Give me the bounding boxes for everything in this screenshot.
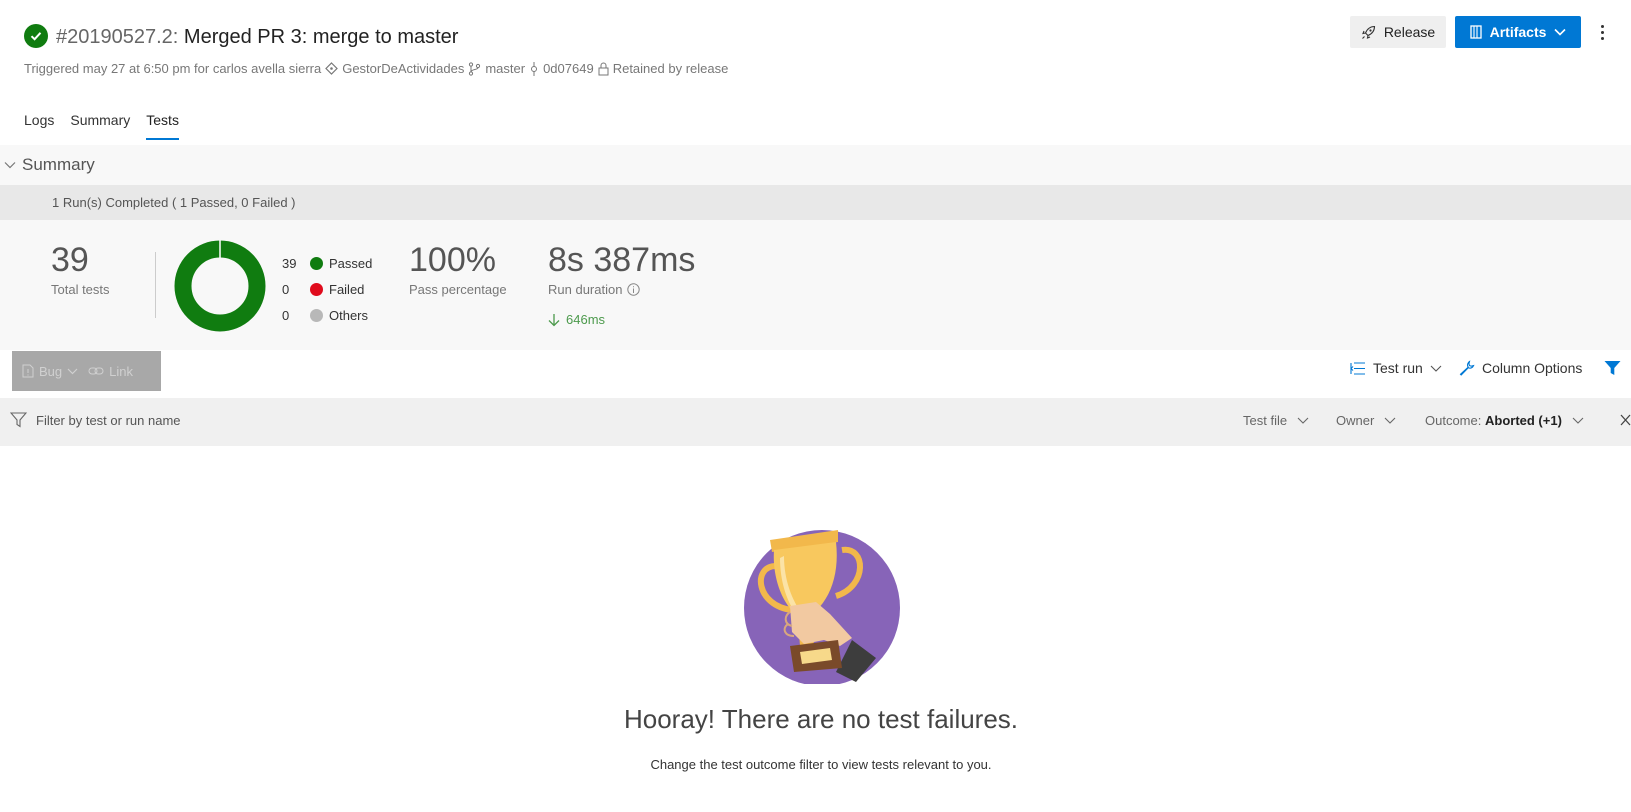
outcome-donut-chart [174,240,266,332]
lock-icon [598,62,609,75]
bug-button[interactable]: Bug [22,364,78,379]
list-group-icon [1350,361,1365,375]
legend-failed: 0 Failed [282,276,372,302]
failed-count: 0 [282,281,290,297]
duration-delta: 646ms [548,312,605,327]
total-tests-value: 39 [51,241,89,279]
filter-search[interactable]: Filter by test or run name [10,412,181,428]
tests-toolbar: Bug Link Test run Column Options [0,350,1631,398]
chevron-down-icon [1430,365,1442,372]
run-duration-stat: 8s 387ms Run duration [548,240,695,297]
tab-tests[interactable]: Tests [146,112,179,140]
chevron-down-icon [4,162,16,169]
rocket-icon [1361,25,1375,39]
pass-percentage-stat: 100% Pass percentage [409,240,507,297]
chevron-down-icon [1384,417,1396,424]
artifacts-label: Artifacts [1489,24,1547,40]
others-count: 0 [282,307,290,323]
pass-percentage-label: Pass percentage [409,282,507,297]
bug-link-group: Bug Link [12,351,161,391]
branch-icon [469,61,481,76]
repo-icon [325,62,339,75]
run-duration-value: 8s 387ms [548,241,696,279]
retention-status: Retained by release [612,61,729,76]
failed-label: Failed [329,281,365,297]
more-actions-icon[interactable] [1594,20,1610,44]
success-check-icon [24,24,48,48]
trophy-illustration [744,530,900,684]
tab-summary[interactable]: Summary [70,112,130,140]
test-file-filter[interactable]: Test file [1243,413,1309,428]
tab-bar: Logs Summary Tests [24,112,179,140]
chevron-down-icon [67,368,78,374]
legend-passed: 39 Passed [282,250,372,276]
duration-delta-value: 646ms [566,312,606,327]
column-options-button[interactable]: Column Options [1459,360,1582,376]
triggered-text: Triggered may 27 at 6:50 pm for carlos a… [24,61,322,76]
summary-title: Summary [22,155,95,174]
filter-bar: Filter by test or run name Test file Own… [0,398,1631,446]
filter-toggle-icon[interactable] [1604,360,1621,376]
link-label: Link [109,363,133,379]
total-tests-label: Total tests [51,282,110,297]
passed-dot [310,256,323,270]
legend-others: 0 Others [282,302,372,328]
outcome-label: Outcome: [1425,413,1482,428]
others-label: Others [329,307,369,323]
empty-state-hint: Change the test outcome filter to view t… [650,757,992,772]
test-run-label: Test run [1373,360,1423,376]
chevron-down-icon [1297,417,1309,424]
stats-divider [155,252,156,318]
passed-count: 39 [282,255,297,271]
build-number: #20190527.2: [56,26,179,48]
others-dot [310,308,323,322]
outcome-value: Aborted (+1) [1484,413,1562,428]
owner-label: Owner [1336,413,1375,428]
commit-link[interactable]: 0d07649 [543,61,594,76]
column-options-label: Column Options [1482,360,1583,376]
test-file-label: Test file [1243,413,1288,428]
release-label: Release [1383,24,1436,40]
arrow-down-icon [548,313,560,326]
run-duration-label: Run duration [548,282,623,297]
commit-icon [531,61,538,76]
outcome-legend: 39 Passed 0 Failed 0 Others [282,250,372,328]
link-button[interactable]: Link [88,364,133,379]
owner-filter[interactable]: Owner [1336,413,1396,428]
repo-link[interactable]: GestorDeActividades [342,61,464,76]
tab-logs[interactable]: Logs [24,112,54,140]
passed-label: Passed [329,255,373,271]
empty-state-headline: Hooray! There are no test failures. [623,704,1019,734]
artifacts-button[interactable]: Artifacts [1455,16,1581,48]
summary-section-toggle[interactable]: Summary [0,145,1631,185]
test-stats-panel: 39 Total tests 39 Passed 0 Failed 0 Othe… [0,220,1631,350]
outcome-filter[interactable]: Outcome: Aborted (+1) [1425,413,1584,428]
info-icon[interactable] [627,283,641,296]
build-subtitle: Triggered may 27 at 6:50 pm for carlos a… [24,61,728,76]
build-header: #20190527.2: Merged PR 3: merge to maste… [0,0,1631,100]
wrench-icon [1459,360,1475,376]
link-icon [88,367,104,375]
test-run-dropdown[interactable]: Test run [1350,360,1442,376]
release-button[interactable]: Release [1350,16,1446,48]
total-tests-stat: 39 Total tests [51,240,110,297]
chevron-down-icon [1572,417,1584,424]
filter-input-placeholder[interactable]: Filter by test or run name [36,413,181,428]
runs-completed-text: 1 Run(s) Completed ( 1 Passed, 0 Failed … [52,195,296,210]
filter-icon [10,412,27,428]
chevron-down-icon [1554,28,1566,36]
pass-percentage-value: 100% [409,241,496,279]
failed-dot [310,282,323,296]
page-title: #20190527.2: Merged PR 3: merge to maste… [56,24,458,50]
branch-link[interactable]: master [485,61,525,76]
bug-icon [22,364,34,378]
bug-label: Bug [39,363,63,379]
artifacts-icon [1469,25,1482,39]
runs-completed-bar: 1 Run(s) Completed ( 1 Passed, 0 Failed … [0,185,1631,220]
close-icon[interactable] [1620,413,1631,427]
build-title: Merged PR 3: merge to master [183,26,459,48]
